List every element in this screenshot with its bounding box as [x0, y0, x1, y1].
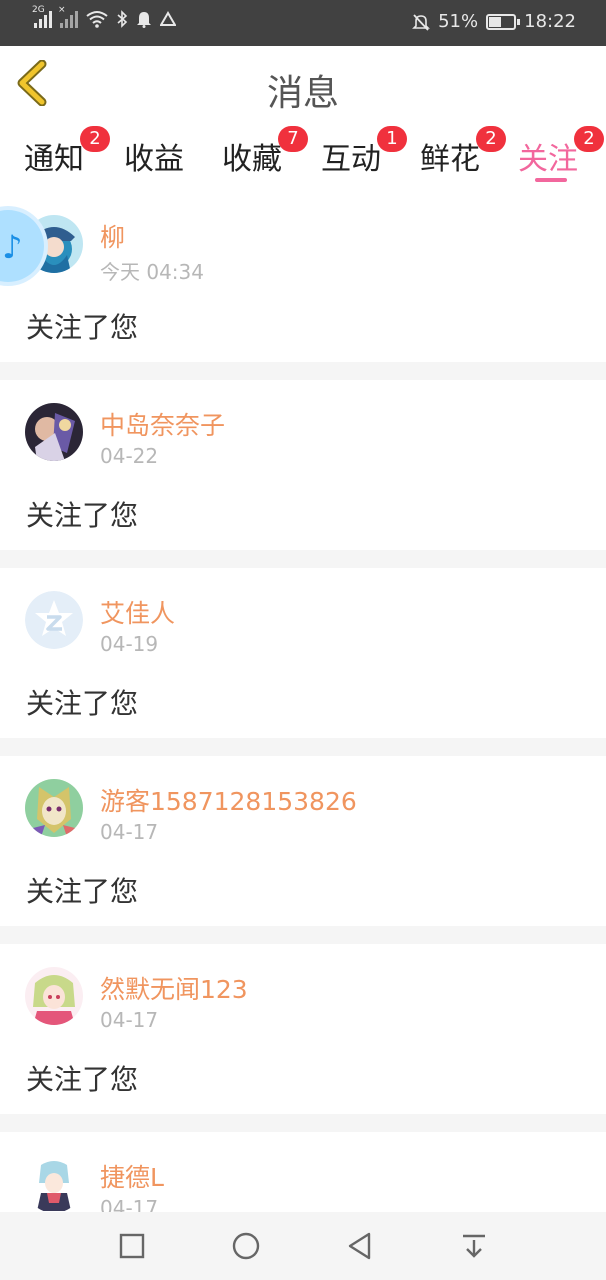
divider — [0, 1114, 606, 1132]
triangle-back-icon — [348, 1232, 371, 1260]
bluetooth-icon — [117, 10, 128, 28]
tab-label: 收益 — [124, 142, 184, 177]
music-note-icon: ♪ — [2, 228, 23, 266]
tab-flowers[interactable]: 鲜花 2 — [420, 126, 506, 178]
battery-icon — [486, 13, 521, 30]
timestamp: 04-17 — [100, 1008, 159, 1032]
tab-label: 互动 — [321, 142, 381, 177]
status-icons-right: 51% 18:22 — [412, 11, 576, 32]
list-item[interactable]: 游客1587128153826 04-17 关注了您 — [0, 756, 606, 926]
tab-interactions[interactable]: 互动 1 — [321, 126, 407, 178]
status-bar: 2G × 51% 18:22 — [0, 0, 606, 46]
tab-favorites[interactable]: 收藏 7 — [222, 126, 308, 178]
timestamp: 04-17 — [100, 820, 159, 844]
battery-percent: 51% — [438, 11, 479, 32]
system-navigation-bar — [0, 1212, 606, 1280]
unread-badge: 2 — [574, 126, 604, 152]
clock: 18:22 — [524, 11, 576, 32]
unread-badge: 2 — [80, 126, 110, 152]
message-text: 关注了您 — [26, 875, 139, 908]
message-text: 关注了您 — [26, 687, 139, 720]
username[interactable]: 捷德L — [100, 1158, 164, 1194]
back-nav-button[interactable] — [344, 1230, 376, 1262]
signal-1-icon: 2G — [32, 5, 52, 28]
notification-shade-button[interactable] — [458, 1230, 490, 1262]
avatar[interactable] — [25, 1155, 83, 1213]
recent-apps-button[interactable] — [116, 1230, 148, 1262]
unread-badge: 2 — [476, 126, 506, 152]
avatar[interactable] — [25, 967, 83, 1025]
list-item[interactable]: 艾佳人 04-19 关注了您 — [0, 568, 606, 738]
battery-level — [489, 16, 502, 27]
timestamp: 04-19 — [100, 632, 159, 656]
list-item[interactable]: 柳 今天 04:34 关注了您 — [0, 192, 606, 362]
square-icon — [119, 1233, 145, 1259]
category-tabs: 通知 2 收益 收藏 7 互动 1 鲜花 2 关注 2 — [0, 120, 606, 192]
network-type-label: 2G — [32, 5, 45, 15]
username[interactable]: 然默无闻123 — [100, 970, 248, 1006]
tab-follows[interactable]: 关注 2 — [518, 126, 604, 178]
message-text: 关注了您 — [26, 499, 139, 532]
divider — [0, 738, 606, 756]
home-button[interactable] — [230, 1230, 262, 1262]
username[interactable]: 中岛奈奈子 — [100, 406, 225, 442]
active-tab-indicator — [535, 178, 567, 182]
tab-label: 关注 — [518, 142, 578, 177]
avatar[interactable] — [25, 779, 83, 837]
mute-icon — [412, 13, 431, 31]
unread-badge: 1 — [377, 126, 407, 152]
tab-label: 鲜花 — [420, 142, 480, 177]
tab-label: 通知 — [24, 142, 84, 177]
signal-2-icon: × — [58, 5, 78, 28]
message-text: 关注了您 — [26, 1063, 139, 1096]
divider — [0, 550, 606, 568]
wifi-icon — [86, 11, 108, 28]
app-header: 消息 — [0, 46, 606, 120]
divider — [0, 362, 606, 380]
notification-bell-icon — [137, 12, 151, 28]
timestamp: 04-22 — [100, 444, 159, 468]
username[interactable]: 游客1587128153826 — [100, 782, 357, 818]
tab-notifications[interactable]: 通知 2 — [24, 126, 110, 178]
tab-earnings[interactable]: 收益 — [124, 134, 184, 178]
divider — [0, 926, 606, 944]
status-icons-left: 2G × — [32, 5, 176, 28]
default-avatar[interactable] — [25, 591, 83, 649]
pull-down-icon — [463, 1234, 485, 1258]
message-text: 关注了您 — [26, 311, 139, 344]
unread-badge: 7 — [278, 126, 308, 152]
username[interactable]: 柳 — [100, 218, 125, 254]
tab-label: 收藏 — [222, 142, 282, 177]
list-item[interactable]: 中岛奈奈子 04-22 关注了您 — [0, 380, 606, 550]
avatar[interactable] — [25, 403, 83, 461]
warning-triangle-icon — [160, 11, 176, 26]
no-sim-label: × — [58, 5, 66, 15]
page-title: 消息 — [266, 73, 339, 114]
timestamp: 今天 04:34 — [100, 260, 204, 284]
list-item[interactable]: 然默无闻123 04-17 关注了您 — [0, 944, 606, 1114]
username[interactable]: 艾佳人 — [100, 594, 175, 630]
circle-icon — [232, 1232, 260, 1260]
